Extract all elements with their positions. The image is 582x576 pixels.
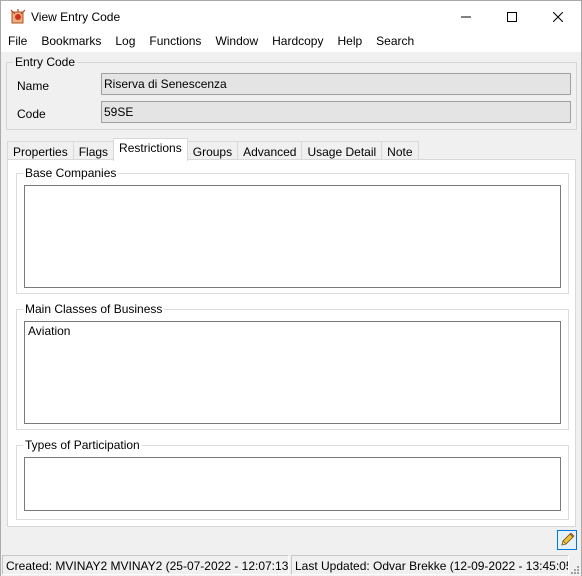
tab-usage-detail[interactable]: Usage Detail <box>301 141 383 160</box>
resize-grip-icon[interactable] <box>570 565 580 575</box>
entry-code-group: Entry Code Name Riserva di Senescenza Co… <box>6 55 577 130</box>
status-bar: Created: MVINAY2 MVINAY2 (25-07-2022 - 1… <box>1 554 581 576</box>
main-window: View Entry Code File Bookmarks Log Funct… <box>0 0 582 576</box>
menu-log[interactable]: Log <box>108 32 142 52</box>
minimize-button[interactable] <box>443 1 489 32</box>
close-button[interactable] <box>535 1 581 32</box>
tab-note[interactable]: Note <box>381 141 419 160</box>
name-label: Name <box>17 79 50 93</box>
minimize-icon <box>461 16 471 17</box>
tab-groups[interactable]: Groups <box>186 141 239 160</box>
participation-group: Types of Participation <box>16 438 569 520</box>
edit-button[interactable] <box>557 530 577 550</box>
app-icon <box>10 9 26 24</box>
menu-search[interactable]: Search <box>369 32 421 52</box>
maximize-button[interactable] <box>489 1 535 32</box>
base-companies-label: Base Companies <box>23 166 119 180</box>
maximize-icon <box>507 11 517 22</box>
participation-label: Types of Participation <box>23 438 142 452</box>
status-created: Created: MVINAY2 MVINAY2 (25-07-2022 - 1… <box>2 555 289 575</box>
tab-flags[interactable]: Flags <box>72 141 115 160</box>
code-field[interactable]: 59SE <box>101 101 571 123</box>
window-title: View Entry Code <box>31 10 121 24</box>
close-icon <box>553 11 563 22</box>
tab-advanced[interactable]: Advanced <box>237 141 303 160</box>
tab-strip: Properties Flags Restrictions Groups Adv… <box>7 138 419 161</box>
participation-list[interactable] <box>24 457 561 511</box>
name-field[interactable]: Riserva di Senescenza <box>101 73 571 95</box>
status-updated: Last Updated: Odvar Brekke (12-09-2022 -… <box>291 555 569 575</box>
menu-bookmarks[interactable]: Bookmarks <box>34 32 108 52</box>
main-classes-label: Main Classes of Business <box>23 302 165 316</box>
menu-hardcopy[interactable]: Hardcopy <box>265 32 330 52</box>
main-classes-list[interactable]: Aviation <box>24 321 561 424</box>
main-classes-group: Main Classes of Business Aviation <box>16 302 569 430</box>
menu-window[interactable]: Window <box>208 32 265 52</box>
menu-bar: File Bookmarks Log Functions Window Hard… <box>1 32 581 52</box>
list-item[interactable]: Aviation <box>28 324 557 338</box>
restrictions-panel: Base Companies Main Classes of Business … <box>7 159 576 527</box>
base-companies-list[interactable] <box>24 185 561 288</box>
code-label: Code <box>17 107 46 121</box>
menu-functions[interactable]: Functions <box>142 32 208 52</box>
title-bar[interactable]: View Entry Code <box>1 1 581 32</box>
tab-restrictions[interactable]: Restrictions <box>113 138 188 161</box>
tab-properties[interactable]: Properties <box>7 141 74 160</box>
entry-code-group-label: Entry Code <box>13 55 78 69</box>
menu-help[interactable]: Help <box>330 32 369 52</box>
pencil-icon <box>561 532 575 546</box>
base-companies-group: Base Companies <box>16 166 569 294</box>
menu-file[interactable]: File <box>1 32 34 52</box>
